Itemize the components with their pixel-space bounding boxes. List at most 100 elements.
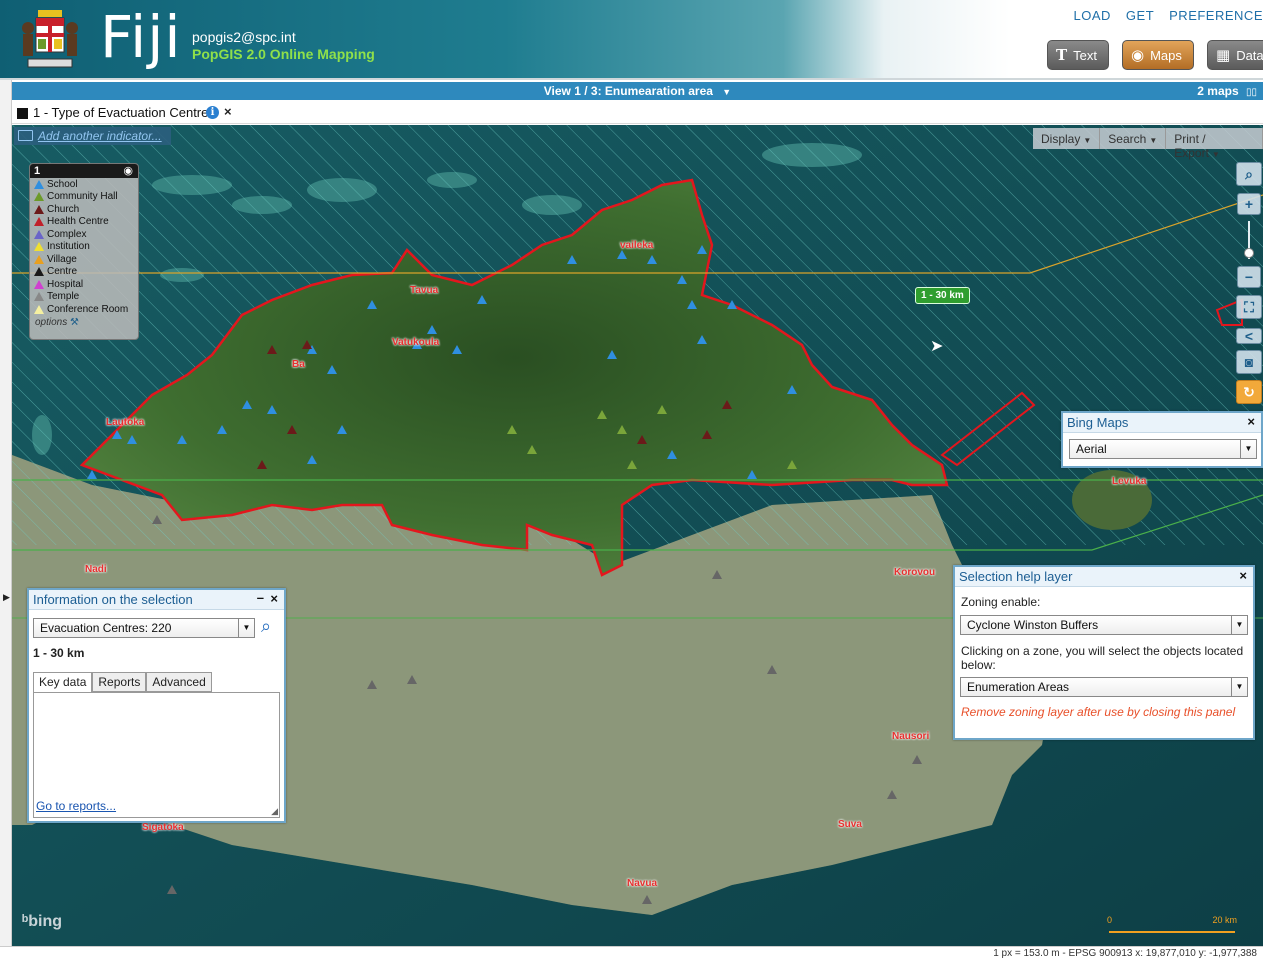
display-menu[interactable]: Display ▼ xyxy=(1033,128,1101,149)
text-mode-button[interactable]: T Text xyxy=(1047,40,1109,70)
remove-zoning-warning: Remove zoning layer after use by closing… xyxy=(961,705,1236,719)
eye-icon[interactable]: ◉ xyxy=(123,164,133,178)
legend-item-label: School xyxy=(47,178,78,190)
zoning-label: Zoning enable: xyxy=(961,595,1041,609)
data-mode-label: Data xyxy=(1236,47,1263,63)
chevron-down-icon: ▼ xyxy=(1149,136,1158,145)
legend-item-label: Temple xyxy=(47,291,80,303)
header-divider xyxy=(0,78,1263,80)
preference-link[interactable]: PREFERENCE xyxy=(1169,8,1263,23)
map-legend: 1 ◉ School Community Hall Church Health Cen… xyxy=(29,163,139,340)
add-indicator-label: Add another indicator... xyxy=(38,129,162,143)
legend-item-label: Institution xyxy=(47,241,90,253)
search-menu[interactable]: Search ▼ xyxy=(1100,128,1167,149)
legend-item-label: Hospital xyxy=(47,278,84,290)
app-header: Fiji popgis2@spc.int PopGIS 2.0 Online M… xyxy=(0,0,1263,80)
zoom-slider[interactable] xyxy=(1244,221,1254,259)
resize-grip-icon[interactable]: ◢ xyxy=(271,806,278,817)
refresh-icon: ↻ xyxy=(1243,384,1255,400)
map-toolbar: Display ▼ Search ▼ Print / Export ▼ xyxy=(1033,128,1263,160)
brand-title: Fiji xyxy=(100,3,182,71)
legend-item: Complex xyxy=(30,228,138,241)
text-mode-label: Text xyxy=(1073,47,1098,63)
help-panel-header: Selection help layer × xyxy=(955,567,1253,587)
minimize-icon[interactable]: – xyxy=(257,590,264,605)
triangle-marker-icon xyxy=(34,192,44,202)
triangle-marker-icon xyxy=(34,179,44,189)
maps-mode-label: Maps xyxy=(1150,47,1182,63)
folder-icon xyxy=(18,130,33,141)
zoom-in-button[interactable]: + xyxy=(1237,193,1261,215)
chevron-left-icon: < xyxy=(1244,328,1254,344)
place-label-ba: Ba xyxy=(292,359,305,370)
legend-item: Centre xyxy=(30,266,138,279)
legend-title: 1 xyxy=(34,165,41,177)
close-icon[interactable]: × xyxy=(1239,568,1247,583)
place-label-nadi: Nadi xyxy=(85,564,107,575)
tab-reports[interactable]: Reports xyxy=(92,672,147,692)
scale-end: 20 km xyxy=(1212,915,1237,925)
maps-count-label: 2 maps xyxy=(1197,84,1239,98)
triangle-marker-icon xyxy=(34,267,44,277)
info-panel-title: Information on the selection xyxy=(33,592,193,607)
refresh-button[interactable]: ↻ xyxy=(1236,380,1262,404)
zoning-select[interactable]: Cyclone Winston Buffers ▼ xyxy=(960,615,1248,635)
legend-item-label: Church xyxy=(47,203,80,215)
scale-line xyxy=(1109,931,1235,933)
snapshot-button[interactable]: ◙ xyxy=(1236,350,1262,374)
indicator-select-value: Evacuation Centres: 220 xyxy=(40,621,172,635)
left-collapse-strip[interactable]: ▶ xyxy=(0,80,12,961)
view-bar: View 1 / 3: Enumearation area ▼ 2 maps ▯… xyxy=(12,82,1263,100)
buffer-tooltip-label: 1 - 30 km xyxy=(921,290,964,301)
map-style-value: Aerial xyxy=(1076,442,1107,456)
selection-info-panel: Information on the selection – × Evacuat… xyxy=(27,588,286,823)
zoom-out-button[interactable]: − xyxy=(1237,266,1261,288)
remove-indicator-icon[interactable]: × xyxy=(224,104,232,119)
close-icon[interactable]: × xyxy=(270,591,278,606)
tab-advanced-label: Advanced xyxy=(152,675,206,689)
expand-arrow-icon[interactable]: ▶ xyxy=(3,592,10,603)
info-panel-header: Information on the selection – × xyxy=(29,590,284,610)
place-label-levuka: Levuka xyxy=(1112,476,1147,487)
data-mode-button[interactable]: ▦ Data xyxy=(1207,40,1263,70)
get-link[interactable]: GET xyxy=(1126,8,1154,23)
mouse-cursor-icon: ➤ xyxy=(930,338,944,355)
scale-bar: 0 20 km xyxy=(1107,915,1237,935)
indicator-select[interactable]: Evacuation Centres: 220 ▼ xyxy=(33,618,255,638)
legend-item: Hospital xyxy=(30,278,138,291)
print-export-menu[interactable]: Print / Export ▼ xyxy=(1166,128,1263,160)
chevron-down-icon: ▼ xyxy=(1231,678,1247,696)
top-links: LOAD GET PREFERENCE xyxy=(1074,8,1263,23)
legend-options-label: options xyxy=(35,316,68,328)
tab-key-data[interactable]: Key data xyxy=(33,672,93,692)
add-indicator-link[interactable]: Add another indicator... xyxy=(14,127,171,145)
indicator-title[interactable]: 1 - Type of Evactuation Centre xyxy=(33,105,208,120)
load-link[interactable]: LOAD xyxy=(1074,8,1111,23)
legend-item: Institution xyxy=(30,241,138,254)
view-selector[interactable]: View 1 / 3: Enumearation area ▼ xyxy=(12,84,1263,98)
scale-start: 0 xyxy=(1107,915,1113,925)
zoom-slider-handle[interactable] xyxy=(1244,248,1254,258)
chevron-down-icon: ▼ xyxy=(1211,150,1220,159)
close-icon[interactable]: × xyxy=(1247,414,1255,429)
collapse-panel-button[interactable]: < xyxy=(1236,328,1262,344)
legend-item: Health Centre xyxy=(30,216,138,229)
zoom-box-button[interactable]: ⌕ xyxy=(1236,162,1262,186)
go-to-reports-link[interactable]: Go to reports... xyxy=(36,799,116,813)
search-icon[interactable]: ⌕ xyxy=(261,616,281,636)
legend-options-link[interactable]: options ⚒ xyxy=(30,317,138,328)
selection-help-panel: Selection help layer × Zoning enable: Cy… xyxy=(953,565,1255,740)
info-icon[interactable]: i xyxy=(206,106,219,119)
place-label-sigatoka: Sigatoka xyxy=(142,822,184,833)
tab-advanced[interactable]: Advanced xyxy=(146,672,212,692)
legend-header: 1 ◉ xyxy=(30,164,138,178)
map-style-select[interactable]: Aerial ▼ xyxy=(1069,439,1257,459)
wrench-icon: ⚒ xyxy=(70,316,79,328)
legend-item-label: Centre xyxy=(47,266,78,278)
maps-count[interactable]: 2 maps ▯▯ xyxy=(1197,84,1257,98)
info-select-row: Evacuation Centres: 220 ▼ ⌕ xyxy=(29,610,284,638)
maps-mode-button[interactable]: ◉ Maps xyxy=(1122,40,1194,70)
full-extent-button[interactable]: ⛶ xyxy=(1236,295,1262,319)
triangle-marker-icon xyxy=(34,254,44,264)
objects-select[interactable]: Enumeration Areas ▼ xyxy=(960,677,1248,697)
